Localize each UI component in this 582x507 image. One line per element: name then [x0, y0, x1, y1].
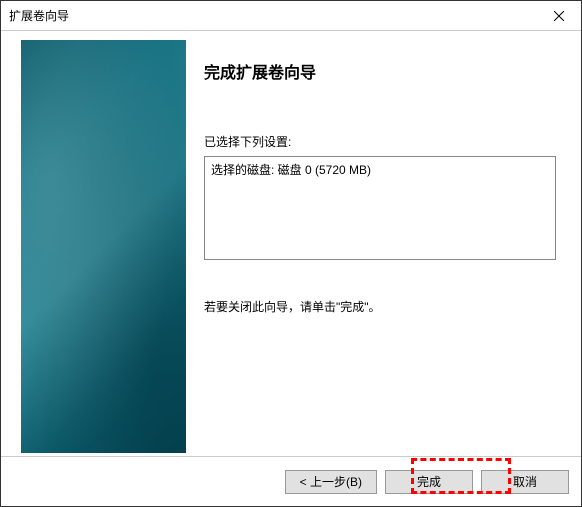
close-button[interactable]	[536, 1, 581, 30]
instruction-text: 若要关闭此向导，请单击"完成"。	[204, 298, 556, 315]
close-icon	[554, 11, 564, 21]
wizard-sidebar-image	[21, 40, 186, 453]
back-button[interactable]: < 上一步(B)	[285, 470, 377, 494]
titlebar: 扩展卷向导	[1, 1, 581, 31]
settings-content: 选择的磁盘: 磁盘 0 (5720 MB)	[211, 161, 549, 178]
window-title: 扩展卷向导	[9, 7, 69, 24]
settings-label: 已选择下列设置:	[204, 133, 556, 150]
finish-button[interactable]: 完成	[385, 470, 473, 494]
wizard-window: 扩展卷向导 完成扩展卷向导 已选择下列设置: 选择的磁盘: 磁盘 0 (5720…	[0, 0, 582, 507]
settings-box: 选择的磁盘: 磁盘 0 (5720 MB)	[204, 156, 556, 260]
button-bar: < 上一步(B) 完成 取消	[1, 456, 581, 506]
content-area: 完成扩展卷向导 已选择下列设置: 选择的磁盘: 磁盘 0 (5720 MB) 若…	[1, 31, 581, 456]
main-panel: 完成扩展卷向导 已选择下列设置: 选择的磁盘: 磁盘 0 (5720 MB) 若…	[186, 31, 581, 456]
cancel-button[interactable]: 取消	[481, 470, 569, 494]
page-title: 完成扩展卷向导	[204, 59, 556, 83]
